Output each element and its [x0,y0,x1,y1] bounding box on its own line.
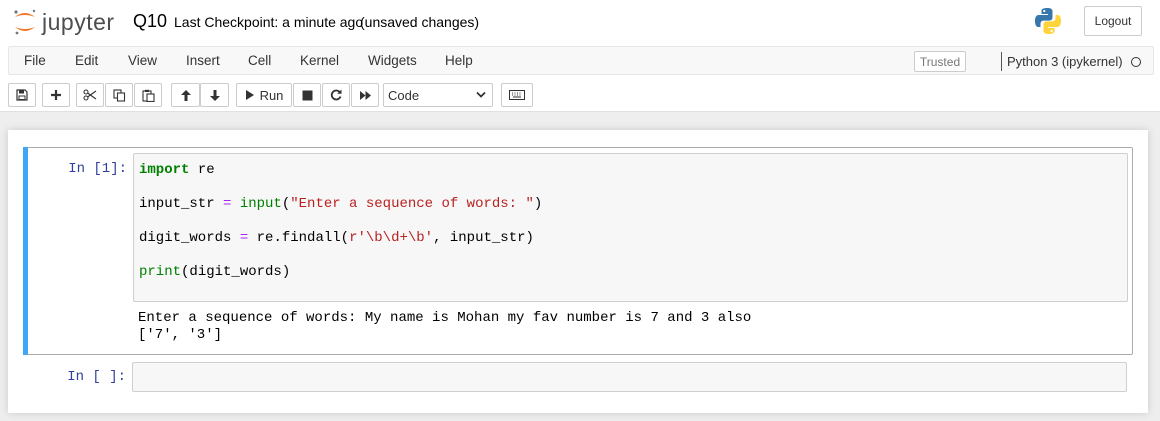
code-line-4: print(digit_words) [139,264,291,280]
copy-icon [112,88,125,102]
kernel-separator [1001,52,1002,71]
toolbar: Run Code [0,75,1160,112]
code-line-2: input_str = input("Enter a sequence of w… [139,196,543,212]
move-down-button[interactable] [200,83,229,107]
autosave-status: (unsaved changes) [360,14,480,30]
trusted-indicator[interactable]: Trusted [914,51,966,72]
menubar: File Edit View Insert Cell Kernel Widget… [0,45,1160,75]
kernel-name[interactable]: Python 3 (ipykernel) [1007,54,1123,69]
menubar-container: File Edit View Insert Cell Kernel Widget… [8,46,1154,75]
keyboard-icon [509,90,525,100]
code-line-1: import re [139,162,215,178]
run-button[interactable]: Run [236,83,292,107]
code-line-3: digit_words = re.findall(r'\b\d+\b', inp… [139,230,534,246]
interrupt-button[interactable] [293,83,321,107]
input-prompt: In [1]: [68,161,127,177]
menu-edit[interactable]: Edit [75,53,98,68]
cut-button[interactable] [76,83,104,107]
save-button[interactable] [8,83,36,107]
menu-kernel[interactable]: Kernel [300,53,339,68]
python-logo-icon [1033,6,1063,39]
output-line-2: ['7', '3'] [138,327,223,343]
chevron-down-icon [476,91,486,98]
copy-button[interactable] [105,83,133,107]
run-button-label: Run [259,87,284,103]
save-icon [16,89,28,101]
menu-widgets[interactable]: Widgets [368,53,417,68]
insert-cell-button[interactable] [42,83,70,107]
header: jupyter Q10 Last Checkpoint: a minute ag… [0,0,1160,45]
kernel-idle-indicator [1131,57,1141,67]
notebook-container: In [1]: import re input_str = input("Ent… [8,130,1148,413]
play-icon [245,90,254,100]
jupyter-logo[interactable]: jupyter [12,8,115,36]
checkpoint-status: Last Checkpoint: a minute ago [174,14,364,30]
restart-icon [330,89,342,101]
menu-view[interactable]: View [128,53,157,68]
empty-code-editor[interactable] [132,362,1127,392]
command-palette-button[interactable] [501,83,533,107]
output-line-1: Enter a sequence of words: My name is Mo… [138,310,752,326]
cell-type-select[interactable]: Code [383,83,493,107]
plus-icon [51,90,61,100]
menu-help[interactable]: Help [445,53,473,68]
fast-forward-icon [359,90,371,100]
jupyter-logo-text: jupyter [42,8,115,35]
menu-cell[interactable]: Cell [248,53,271,68]
cell-type-value: Code [388,87,420,103]
code-editor[interactable]: import re input_str = input("Enter a seq… [133,153,1128,302]
jupyter-logo-icon [14,9,36,35]
restart-run-all-button[interactable] [351,83,379,107]
arrow-up-icon [180,89,191,101]
notebook-name[interactable]: Q10 [133,11,167,32]
menu-file[interactable]: File [24,53,46,68]
stop-icon [302,90,312,100]
empty-cell-prompt: In [ ]: [67,369,126,385]
menu-insert[interactable]: Insert [186,53,220,68]
logout-button[interactable]: Logout [1084,6,1142,36]
selected-cell-indicator [23,147,28,355]
code-cell-selected[interactable]: In [1]: import re input_str = input("Ent… [23,147,1133,355]
move-up-button[interactable] [171,83,200,107]
restart-button[interactable] [322,83,350,107]
paste-icon [141,89,155,102]
code-cell-empty[interactable]: In [ ]: [23,360,1133,395]
paste-button[interactable] [134,83,162,107]
scissors-icon [83,89,97,101]
arrow-down-icon [209,89,220,101]
